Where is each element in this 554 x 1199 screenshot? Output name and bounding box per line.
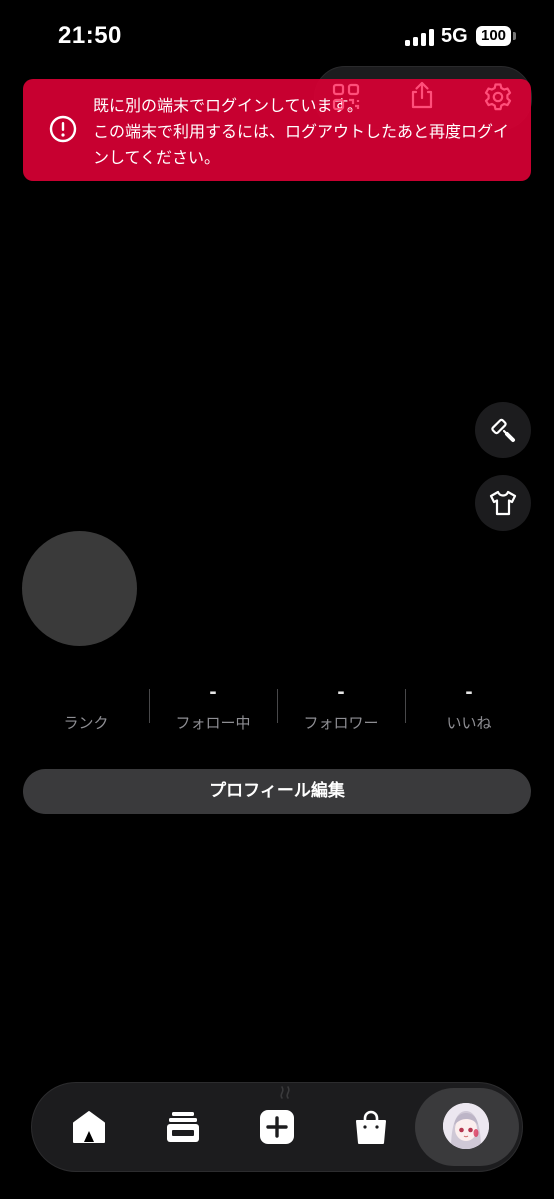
battery-icon: 100 xyxy=(476,26,511,46)
stat-followers-value: - xyxy=(337,682,345,703)
stat-followers-label: フォロワー xyxy=(303,714,379,732)
tab-collection[interactable] xyxy=(138,1083,228,1171)
bag-icon xyxy=(356,1110,386,1144)
cellular-signal-icon xyxy=(405,29,435,46)
stat-rank-value xyxy=(22,680,150,706)
tshirt-icon xyxy=(489,490,517,516)
battery-cap xyxy=(513,32,516,40)
tab-shop[interactable] xyxy=(326,1083,416,1171)
stat-likes-label: いいね xyxy=(446,714,492,732)
profile-avatar-placeholder[interactable] xyxy=(22,531,137,646)
stat-following-label: フォロー中 xyxy=(175,714,251,732)
stat-likes[interactable]: - いいね xyxy=(405,680,533,733)
outfit-button[interactable] xyxy=(475,475,531,531)
banner-line-1: 既に別の端末でログインしています。 xyxy=(93,96,363,115)
stack-icon xyxy=(167,1112,199,1142)
stat-rank-label: ランク xyxy=(63,714,109,732)
alert-circle-icon xyxy=(49,115,77,143)
stat-rank[interactable]: ランク xyxy=(22,680,150,733)
network-type: 5G xyxy=(441,25,468,47)
error-banner[interactable]: 既に別の端末でログインしています。 この端末で利用するには、ログアウトしたあと再… xyxy=(23,79,531,181)
paint-roller-icon xyxy=(491,418,515,442)
share-icon[interactable] xyxy=(407,80,437,110)
tab-profile-avatar[interactable] xyxy=(443,1103,489,1149)
tab-home[interactable] xyxy=(44,1083,134,1171)
stat-likes-value: - xyxy=(465,682,473,703)
profile-avatar-image xyxy=(443,1103,489,1149)
edit-profile-button[interactable]: プロフィール編集 xyxy=(23,769,531,814)
steam-icon xyxy=(280,1086,290,1099)
customize-theme-button[interactable] xyxy=(475,402,531,458)
profile-screen: 21:50 5G 100 既に別の端末でログインしています。 この端末で利用する… xyxy=(0,0,554,1199)
home-icon xyxy=(73,1111,105,1143)
banner-message: 既に別の端末でログインしています。 この端末で利用するには、ログアウトしたあと再… xyxy=(93,93,523,171)
bottom-tab-bar xyxy=(31,1082,523,1172)
stat-following[interactable]: - フォロー中 xyxy=(149,680,277,733)
qr-code-icon[interactable] xyxy=(331,82,361,112)
tab-create[interactable] xyxy=(232,1083,322,1171)
status-time: 21:50 xyxy=(58,22,122,49)
stat-following-value: - xyxy=(209,682,217,703)
banner-line-2: この端末で利用するには、ログアウトしたあと再度ログインしてください。 xyxy=(93,122,510,167)
plus-icon xyxy=(260,1110,294,1144)
settings-icon[interactable] xyxy=(483,82,513,112)
stat-followers[interactable]: - フォロワー xyxy=(277,680,405,733)
